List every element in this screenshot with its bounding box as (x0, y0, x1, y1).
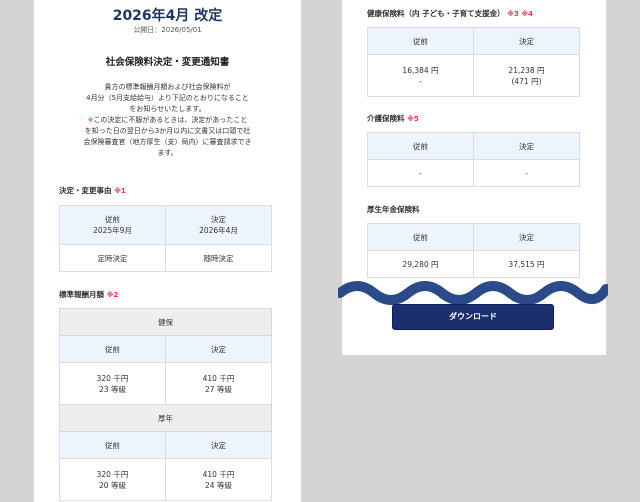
reason-before-value: 定時決定 (59, 244, 166, 272)
caution-line: ます。 (157, 149, 178, 157)
before-header: 従前 (367, 132, 474, 160)
reason-label: 決定・変更事由 (59, 186, 112, 195)
header-label: 決定 (211, 215, 226, 224)
amount: 21,238 円 (508, 65, 545, 75)
before-header: 従前 (59, 431, 166, 459)
reason-table: 従前 2025年9月 決定 2026年4月 定時決定 随時決定 (59, 205, 272, 272)
after-header: 決定 (165, 335, 272, 363)
period-label: 2025年9月 (93, 226, 132, 235)
reason-section-label: 決定・変更事由 ※1 (59, 185, 126, 196)
notice-title: 社会保険料決定・変更通知書 (105, 57, 230, 68)
download-button[interactable]: ダウンロード (392, 304, 554, 330)
intro-line: をお知らせいたします。 (129, 105, 206, 113)
care-insurance-table: 従前 決定 - - (367, 132, 580, 187)
pension-after-cell: 410 千円 24 等級 (165, 458, 272, 501)
after-header: 決定 (165, 431, 272, 459)
health-insurance-label: 健康保険料（内 子ども・子育て支援金） (367, 9, 505, 18)
after-header: 決定 (473, 27, 580, 55)
intro-line: 貴方の標準報酬月額および社会保険料が (104, 83, 231, 91)
amount: 16,384 円 (402, 65, 439, 75)
amount: 410 千円 (202, 373, 235, 383)
before-header: 従前 (367, 223, 474, 251)
care-insurance-label: 介護保険料 (367, 114, 405, 123)
caution-text: この決定に不服があるときは、決定があったこと (93, 116, 248, 124)
reason-footnote-mark: ※1 (114, 187, 126, 195)
grade: 23 等級 (99, 384, 126, 394)
notice-panel-left: 2026年4月 改定 公開日：2026/05/01 社会保険料決定・変更通知書 … (34, 0, 301, 502)
care-insurance-after-cell: - (473, 159, 580, 187)
reason-after-header: 決定 2026年4月 (165, 205, 272, 245)
intro-line: 4月分（5月支給給与）より下記のとおりになること (86, 94, 249, 102)
reason-after-value: 随時決定 (165, 244, 272, 272)
notice-intro: 貴方の標準報酬月額および社会保険料が 4月分（5月支給給与）より下記のとおりにな… (56, 82, 279, 159)
header-label: 従前 (105, 215, 120, 224)
standard-monthly-footnote-mark: ※2 (106, 291, 119, 299)
amount: 320 千円 (96, 373, 129, 383)
published-date: 公開日：2026/05/01 (133, 26, 202, 34)
group-header-pension: 厚年 (59, 404, 272, 432)
grade: 27 等級 (205, 384, 232, 394)
pension-before-cell: 320 千円 20 等級 (59, 458, 166, 501)
amount: 410 千円 (202, 469, 235, 479)
period-label: 2026年4月 (199, 226, 238, 235)
after-header: 決定 (473, 223, 580, 251)
reason-before-header: 従前 2025年9月 (59, 205, 166, 245)
child-support-amount: (471 円) (511, 76, 542, 86)
page-title: 2026年4月 改定 (112, 8, 223, 24)
caution-line: ※この決定に不服があるときは、決定があったこと (56, 115, 279, 126)
care-insurance-footnote-mark: ※5 (407, 115, 419, 123)
health-before-cell: 320 千円 23 等級 (59, 362, 166, 405)
pension-label: 厚生年金保険料 (367, 205, 420, 214)
standard-monthly-section-label: 標準報酬月額 ※2 (59, 289, 118, 300)
grade: 24 等級 (205, 480, 232, 490)
pension-section-label: 厚生年金保険料 (367, 204, 420, 215)
after-header: 決定 (473, 132, 580, 160)
child-support-amount: - (419, 76, 422, 86)
amount: 320 千円 (96, 469, 129, 479)
health-after-cell: 410 千円 27 等級 (165, 362, 272, 405)
standard-monthly-label: 標準報酬月額 (59, 290, 104, 299)
before-header: 従前 (367, 27, 474, 55)
group-header-health: 健保 (59, 308, 272, 336)
health-insurance-table: 従前 決定 16,384 円 - 21,238 円 (471 円) (367, 27, 580, 97)
caution-line: 会保険審査官（地方厚生（支）局内）に審査請求でき (83, 138, 252, 146)
health-insurance-after-cell: 21,238 円 (471 円) (473, 54, 580, 97)
grade: 20 等級 (99, 480, 126, 490)
health-insurance-section-label: 健康保険料（内 子ども・子育て支援金） ※3 ※4 (367, 8, 533, 19)
health-insurance-footnote-marks: ※3 ※4 (507, 10, 534, 18)
care-insurance-section-label: 介護保険料 ※5 (367, 113, 419, 124)
before-header: 従前 (59, 335, 166, 363)
caution-line: を知った日の翌日から3か月以内に文書又は口頭で社 (84, 127, 251, 135)
standard-monthly-table: 健保 従前 決定 320 千円 23 等級 410 千円 27 等級 厚年 従前… (59, 308, 272, 501)
care-insurance-before-cell: - (367, 159, 474, 187)
health-insurance-before-cell: 16,384 円 - (367, 54, 474, 97)
